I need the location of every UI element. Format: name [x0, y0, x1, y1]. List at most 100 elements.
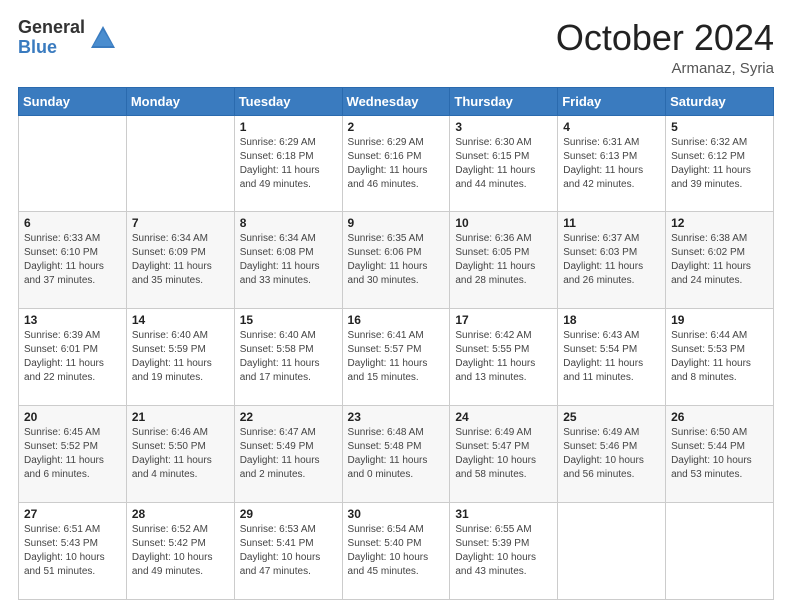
day-detail: Sunrise: 6:47 AM Sunset: 5:49 PM Dayligh… — [240, 427, 320, 480]
day-number: 24 — [455, 410, 552, 424]
calendar-week-row: 20 Sunrise: 6:45 AM Sunset: 5:52 PM Dayli… — [19, 406, 774, 503]
calendar-body: 1 Sunrise: 6:29 AM Sunset: 6:18 PM Daylig… — [19, 115, 774, 599]
day-detail: Sunrise: 6:51 AM Sunset: 5:43 PM Dayligh… — [24, 524, 105, 577]
calendar-cell: 16 Sunrise: 6:41 AM Sunset: 5:57 PM Dayli… — [342, 309, 450, 406]
calendar-cell: 21 Sunrise: 6:46 AM Sunset: 5:50 PM Dayli… — [126, 406, 234, 503]
calendar-header: SundayMondayTuesdayWednesdayThursdayFrid… — [19, 87, 774, 115]
day-detail: Sunrise: 6:48 AM Sunset: 5:48 PM Dayligh… — [348, 427, 428, 480]
calendar-cell: 7Sunrise: 6:34 AM Sunset: 6:09 PM Daylig… — [126, 212, 234, 309]
day-detail: Sunrise: 6:31 AM Sunset: 6:13 PM Dayligh… — [563, 137, 643, 190]
calendar-cell: 12Sunrise: 6:38 AM Sunset: 6:02 PM Dayli… — [666, 212, 774, 309]
day-number: 28 — [132, 507, 229, 521]
day-number: 23 — [348, 410, 445, 424]
calendar-cell — [19, 115, 127, 212]
logo-general: General — [18, 18, 85, 38]
calendar-cell — [666, 503, 774, 600]
day-detail: Sunrise: 6:49 AM Sunset: 5:46 PM Dayligh… — [563, 427, 644, 480]
calendar-cell — [126, 115, 234, 212]
weekday-header: Wednesday — [342, 87, 450, 115]
weekday-header: Friday — [558, 87, 666, 115]
day-number: 10 — [455, 216, 552, 230]
calendar-cell — [558, 503, 666, 600]
weekday-header: Tuesday — [234, 87, 342, 115]
calendar-cell: 1 Sunrise: 6:29 AM Sunset: 6:18 PM Daylig… — [234, 115, 342, 212]
day-number: 31 — [455, 507, 552, 521]
page: General Blue October 2024 Armanaz, Syria… — [0, 0, 792, 612]
calendar-cell: 9Sunrise: 6:35 AM Sunset: 6:06 PM Daylig… — [342, 212, 450, 309]
day-detail: Sunrise: 6:34 AM Sunset: 6:08 PM Dayligh… — [240, 233, 320, 286]
day-detail: Sunrise: 6:42 AM Sunset: 5:55 PM Dayligh… — [455, 330, 535, 383]
logo: General Blue — [18, 18, 117, 58]
calendar-cell: 19 Sunrise: 6:44 AM Sunset: 5:53 PM Dayli… — [666, 309, 774, 406]
calendar-cell: 6 Sunrise: 6:33 AM Sunset: 6:10 PM Daylig… — [19, 212, 127, 309]
day-number: 1 — [240, 120, 337, 134]
calendar-cell: 23 Sunrise: 6:48 AM Sunset: 5:48 PM Dayli… — [342, 406, 450, 503]
day-number: 17 — [455, 313, 552, 327]
day-detail: Sunrise: 6:29 AM Sunset: 6:18 PM Dayligh… — [240, 137, 320, 190]
calendar-week-row: 27Sunrise: 6:51 AM Sunset: 5:43 PM Dayli… — [19, 503, 774, 600]
calendar-cell: 14 Sunrise: 6:40 AM Sunset: 5:59 PM Dayli… — [126, 309, 234, 406]
day-number: 6 — [24, 216, 121, 230]
calendar-week-row: 6 Sunrise: 6:33 AM Sunset: 6:10 PM Daylig… — [19, 212, 774, 309]
day-number: 11 — [563, 216, 660, 230]
calendar-cell: 27Sunrise: 6:51 AM Sunset: 5:43 PM Dayli… — [19, 503, 127, 600]
day-number: 13 — [24, 313, 121, 327]
month-title: October 2024 — [556, 18, 774, 58]
day-detail: Sunrise: 6:37 AM Sunset: 6:03 PM Dayligh… — [563, 233, 643, 286]
calendar-cell: 3 Sunrise: 6:30 AM Sunset: 6:15 PM Daylig… — [450, 115, 558, 212]
calendar-cell: 5 Sunrise: 6:32 AM Sunset: 6:12 PM Daylig… — [666, 115, 774, 212]
day-detail: Sunrise: 6:40 AM Sunset: 5:59 PM Dayligh… — [132, 330, 212, 383]
day-detail: Sunrise: 6:39 AM Sunset: 6:01 PM Dayligh… — [24, 330, 104, 383]
day-number: 21 — [132, 410, 229, 424]
day-detail: Sunrise: 6:52 AM Sunset: 5:42 PM Dayligh… — [132, 524, 213, 577]
calendar-cell: 2Sunrise: 6:29 AM Sunset: 6:16 PM Daylig… — [342, 115, 450, 212]
day-number: 22 — [240, 410, 337, 424]
calendar-cell: 15Sunrise: 6:40 AM Sunset: 5:58 PM Dayli… — [234, 309, 342, 406]
day-detail: Sunrise: 6:41 AM Sunset: 5:57 PM Dayligh… — [348, 330, 428, 383]
calendar-cell: 10 Sunrise: 6:36 AM Sunset: 6:05 PM Dayli… — [450, 212, 558, 309]
day-detail: Sunrise: 6:46 AM Sunset: 5:50 PM Dayligh… — [132, 427, 212, 480]
day-detail: Sunrise: 6:55 AM Sunset: 5:39 PM Dayligh… — [455, 524, 536, 577]
day-number: 19 — [671, 313, 768, 327]
day-number: 8 — [240, 216, 337, 230]
calendar-cell: 17 Sunrise: 6:42 AM Sunset: 5:55 PM Dayli… — [450, 309, 558, 406]
weekday-row: SundayMondayTuesdayWednesdayThursdayFrid… — [19, 87, 774, 115]
calendar-cell: 26Sunrise: 6:50 AM Sunset: 5:44 PM Dayli… — [666, 406, 774, 503]
day-number: 14 — [132, 313, 229, 327]
day-detail: Sunrise: 6:45 AM Sunset: 5:52 PM Dayligh… — [24, 427, 104, 480]
day-number: 4 — [563, 120, 660, 134]
weekday-header: Saturday — [666, 87, 774, 115]
day-detail: Sunrise: 6:29 AM Sunset: 6:16 PM Dayligh… — [348, 137, 428, 190]
day-detail: Sunrise: 6:50 AM Sunset: 5:44 PM Dayligh… — [671, 427, 752, 480]
day-detail: Sunrise: 6:38 AM Sunset: 6:02 PM Dayligh… — [671, 233, 751, 286]
calendar-cell: 8 Sunrise: 6:34 AM Sunset: 6:08 PM Daylig… — [234, 212, 342, 309]
calendar-cell: 28 Sunrise: 6:52 AM Sunset: 5:42 PM Dayli… — [126, 503, 234, 600]
day-detail: Sunrise: 6:54 AM Sunset: 5:40 PM Dayligh… — [348, 524, 429, 577]
day-detail: Sunrise: 6:49 AM Sunset: 5:47 PM Dayligh… — [455, 427, 536, 480]
day-number: 7 — [132, 216, 229, 230]
day-number: 20 — [24, 410, 121, 424]
calendar-week-row: 1 Sunrise: 6:29 AM Sunset: 6:18 PM Daylig… — [19, 115, 774, 212]
day-detail: Sunrise: 6:30 AM Sunset: 6:15 PM Dayligh… — [455, 137, 535, 190]
day-number: 3 — [455, 120, 552, 134]
day-detail: Sunrise: 6:32 AM Sunset: 6:12 PM Dayligh… — [671, 137, 751, 190]
day-detail: Sunrise: 6:35 AM Sunset: 6:06 PM Dayligh… — [348, 233, 428, 286]
weekday-header: Thursday — [450, 87, 558, 115]
calendar-cell: 25Sunrise: 6:49 AM Sunset: 5:46 PM Dayli… — [558, 406, 666, 503]
day-detail: Sunrise: 6:53 AM Sunset: 5:41 PM Dayligh… — [240, 524, 321, 577]
calendar-table: SundayMondayTuesdayWednesdayThursdayFrid… — [18, 87, 774, 600]
day-detail: Sunrise: 6:36 AM Sunset: 6:05 PM Dayligh… — [455, 233, 535, 286]
calendar-cell: 4 Sunrise: 6:31 AM Sunset: 6:13 PM Daylig… — [558, 115, 666, 212]
calendar-cell: 29Sunrise: 6:53 AM Sunset: 5:41 PM Dayli… — [234, 503, 342, 600]
calendar-cell: 31 Sunrise: 6:55 AM Sunset: 5:39 PM Dayli… — [450, 503, 558, 600]
logo-text: General Blue — [18, 18, 85, 58]
calendar-cell: 30Sunrise: 6:54 AM Sunset: 5:40 PM Dayli… — [342, 503, 450, 600]
day-detail: Sunrise: 6:33 AM Sunset: 6:10 PM Dayligh… — [24, 233, 104, 286]
day-number: 16 — [348, 313, 445, 327]
day-detail: Sunrise: 6:40 AM Sunset: 5:58 PM Dayligh… — [240, 330, 320, 383]
weekday-header: Sunday — [19, 87, 127, 115]
day-detail: Sunrise: 6:44 AM Sunset: 5:53 PM Dayligh… — [671, 330, 751, 383]
day-number: 5 — [671, 120, 768, 134]
day-detail: Sunrise: 6:43 AM Sunset: 5:54 PM Dayligh… — [563, 330, 643, 383]
day-number: 18 — [563, 313, 660, 327]
